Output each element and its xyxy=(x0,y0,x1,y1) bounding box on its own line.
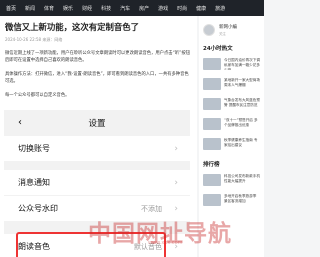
article-paragraph: 微信近期上线了一项新功能，用户在聆听公众号文章朗读时可以更改朗读音色，用户点击“… xyxy=(5,51,190,63)
row-label: 消息通知 xyxy=(18,178,50,187)
top-navigation: 首页 新闻 体育 娱乐 财经 科技 汽车 房产 游戏 时尚 健康 旅游 xyxy=(0,0,264,16)
hot-item-title: 秋季健康养生指南 专家给出建议 xyxy=(224,138,258,147)
row-label: 切换账号 xyxy=(18,144,50,153)
row-value: 不添加 xyxy=(141,204,162,213)
article-meta: 2024-10-26 22:58 来源：网络 xyxy=(5,37,63,42)
hot-section-title: 24小时热文 xyxy=(203,46,233,52)
watermark-url: www.xxx.com xyxy=(148,240,183,246)
thumbnail-image xyxy=(203,138,221,150)
rank-item[interactable]: 科技公司发布新款手机 性能大幅提升 xyxy=(203,174,260,188)
hot-item-title: 气象台发布大风蓝色预警 提醒市民注意防范 xyxy=(224,98,260,107)
article-title: 微信又上新功能，这次有定制音色了 xyxy=(5,22,139,32)
chevron-right-icon: › xyxy=(174,177,178,188)
nav-item-4[interactable]: 财经 xyxy=(82,5,92,12)
thumbnail-image xyxy=(203,78,221,90)
nav-item-5[interactable]: 科技 xyxy=(101,5,111,12)
rank-item-title: 科技公司发布新款手机 性能大幅提升 xyxy=(224,174,260,183)
thumbnail-image xyxy=(203,98,221,110)
nav-item-10[interactable]: 健康 xyxy=(196,5,206,12)
settings-row-notifications: 消息通知 › xyxy=(4,170,190,195)
nav-item-0[interactable]: 首页 xyxy=(6,5,16,12)
author-card[interactable]: 新网小编 关注 xyxy=(203,24,260,36)
follow-link[interactable]: 关注 xyxy=(219,31,237,36)
chevron-right-icon: › xyxy=(174,143,178,154)
author-name: 新网小编 xyxy=(219,24,237,30)
settings-row-switch-account: 切换账号 › xyxy=(4,136,190,161)
hot-item[interactable]: “双十一”预售开启 多个品牌推出优惠 xyxy=(203,118,260,132)
nav-item-6[interactable]: 汽车 xyxy=(120,5,130,12)
hot-item[interactable]: 某地新开一家大型商场 周末人气爆棚 xyxy=(203,78,260,92)
nav-item-3[interactable]: 娱乐 xyxy=(63,5,73,12)
hot-item-title: “双十一”预售开启 多个品牌推出优惠 xyxy=(224,118,258,127)
hot-item[interactable]: 秋季健康养生指南 专家给出建议 xyxy=(203,138,260,152)
nav-item-1[interactable]: 新闻 xyxy=(25,5,35,12)
nav-item-7[interactable]: 房产 xyxy=(139,5,149,12)
rank-section-title: 排行榜 xyxy=(203,162,220,168)
nav-item-9[interactable]: 时尚 xyxy=(177,5,187,12)
thumbnail-image xyxy=(203,174,221,186)
thumbnail-image xyxy=(203,194,221,206)
thumbnail-image xyxy=(203,58,221,70)
row-label: 公众号水印 xyxy=(18,204,58,213)
article-paragraph: 具体操作方法：打开微信，进入“我-设置-朗读音色”，即可看到朗读音色的入口，一共… xyxy=(5,72,189,84)
thumbnail-image xyxy=(203,118,221,130)
hot-item[interactable]: 今日国内油价再次下调 私家车加满一箱少花多少钱 xyxy=(203,58,260,72)
settings-title: 设置 xyxy=(88,119,106,129)
rank-item[interactable]: 多地开启秋季旅游季 景区客流增加 xyxy=(203,194,260,208)
hot-item-title: 今日国内油价再次下调 私家车加满一箱少花多少钱 xyxy=(224,58,260,70)
nav-item-8[interactable]: 游戏 xyxy=(158,5,168,12)
rank-item-title: 多地开启秋季旅游季 景区客流增加 xyxy=(224,194,257,203)
nav-item-2[interactable]: 体育 xyxy=(44,5,54,12)
chevron-right-icon: › xyxy=(174,203,178,214)
avatar xyxy=(203,24,215,36)
article-paragraph: 每一个公众号都可以自定义音色。 xyxy=(5,93,70,98)
nav-item-11[interactable]: 旅游 xyxy=(215,5,225,12)
settings-header: ‹ 设置 xyxy=(4,110,190,136)
hot-item-title: 某地新开一家大型商场 周末人气爆棚 xyxy=(224,78,260,87)
hot-item[interactable]: 气象台发布大风蓝色预警 提醒市民注意防范 xyxy=(203,98,260,112)
